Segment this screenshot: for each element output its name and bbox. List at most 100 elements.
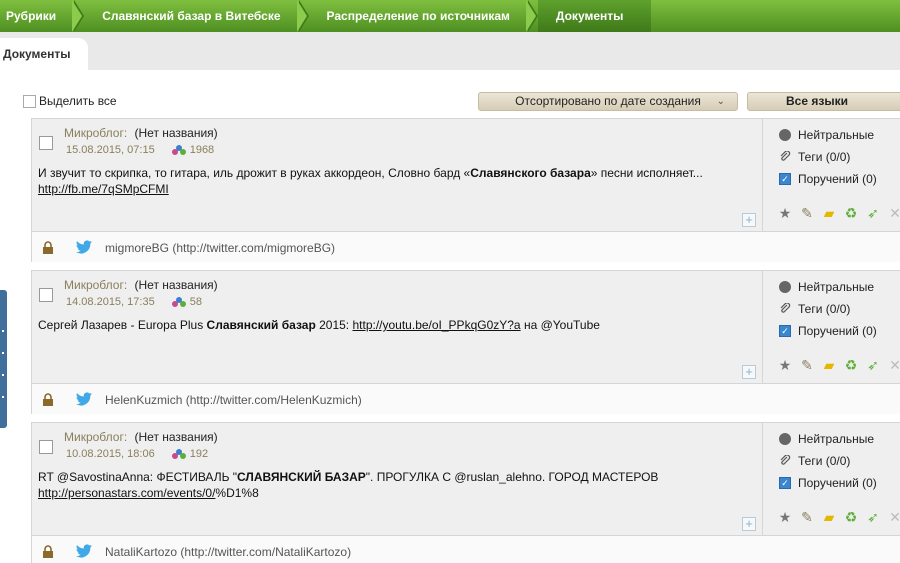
document-link[interactable]: http://personastars.com/events/0/ [38, 486, 215, 500]
folder-icon[interactable]: ▰ [821, 205, 837, 221]
side-panel-handle[interactable] [0, 290, 7, 428]
audience-count: 58 [189, 296, 202, 308]
tags[interactable]: Теги (0/0) [779, 454, 850, 468]
document-title[interactable]: (Нет названия) [135, 430, 218, 444]
tags-label: Теги (0/0) [798, 454, 851, 468]
document-meta: 10.08.2015, 18:06 192 [66, 448, 208, 460]
leaf-icon[interactable]: ➶ [865, 205, 881, 221]
sentiment[interactable]: Нейтральные [779, 432, 874, 446]
document-title[interactable]: (Нет названия) [135, 278, 218, 292]
orders-label: Поручений (0) [798, 172, 877, 186]
checkbox-checked-icon: ✓ [779, 173, 791, 185]
checkbox-checked-icon: ✓ [779, 477, 791, 489]
leaf-icon[interactable]: ➶ [865, 357, 881, 373]
orders-label: Поручений (0) [798, 476, 877, 490]
text-fragment: RT @SavostinaAnna: ФЕСТИВАЛЬ " [38, 470, 238, 484]
document-date: 15.08.2015, 07:15 [66, 144, 155, 156]
document-meta: 14.08.2015, 17:35 58 [66, 296, 202, 308]
recycle-icon[interactable]: ♻ [843, 357, 859, 373]
source-type: Микроблог: [64, 430, 128, 444]
tags[interactable]: Теги (0/0) [779, 150, 850, 164]
document-link[interactable]: http://youtu.be/oI_PPkqG0zY?a [352, 318, 520, 332]
document-header: Микроблог: (Нет названия) [64, 126, 218, 140]
recycle-icon[interactable]: ♻ [843, 509, 859, 525]
sentiment[interactable]: Нейтральные [779, 128, 874, 142]
breadcrumb-item-rubrics[interactable]: Рубрики [0, 0, 85, 32]
sort-label: Отсортировано по дате создания [515, 94, 701, 108]
folder-icon[interactable]: ▰ [821, 509, 837, 525]
text-fragment: » песни исполняет... [590, 166, 703, 180]
text-highlight: Славянского базара [470, 166, 591, 180]
folder-icon[interactable]: ▰ [821, 357, 837, 373]
document-checkbox[interactable] [39, 440, 53, 454]
document-header: Микроблог: (Нет названия) [64, 430, 218, 444]
sort-dropdown[interactable]: Отсортировано по дате создания ⌄ [478, 92, 738, 111]
checkbox-checked-icon: ✓ [779, 325, 791, 337]
audience-icon [171, 145, 186, 155]
edit-icon[interactable]: ✎ [799, 509, 815, 525]
expand-button[interactable]: + [742, 517, 756, 531]
expand-button[interactable]: + [742, 365, 756, 379]
star-icon[interactable]: ★ [777, 357, 793, 373]
documents-panel: Выделить все Отсортировано по дате созда… [0, 70, 900, 563]
recycle-icon[interactable]: ♻ [843, 205, 859, 221]
document-actions: ★ ✎ ▰ ♻ ➶ ✕ [777, 357, 900, 373]
sentiment[interactable]: Нейтральные [779, 280, 874, 294]
document-actions: ★ ✎ ▰ ♻ ➶ ✕ [777, 205, 900, 221]
edit-icon[interactable]: ✎ [799, 205, 815, 221]
twitter-icon [76, 544, 92, 558]
select-all-checkbox[interactable] [23, 94, 36, 108]
source-type: Микроблог: [64, 126, 128, 140]
orders[interactable]: ✓ Поручений (0) [779, 324, 877, 338]
author-link[interactable]: HelenKuzmich (http://twitter.com/HelenKu… [105, 393, 362, 407]
text-highlight: Славянский базар [206, 318, 316, 332]
tags-label: Теги (0/0) [798, 302, 851, 316]
star-icon[interactable]: ★ [777, 205, 793, 221]
star-icon[interactable]: ★ [777, 509, 793, 525]
audience-count: 1968 [189, 144, 215, 156]
document-link[interactable]: http://fb.me/7qSMpCFMI [38, 182, 169, 196]
close-icon[interactable]: ✕ [887, 205, 900, 221]
document-title[interactable]: (Нет названия) [135, 126, 218, 140]
tab-documents[interactable]: Документы [0, 38, 88, 70]
audience-icon [171, 297, 186, 307]
orders[interactable]: ✓ Поручений (0) [779, 476, 877, 490]
text-fragment: Сергей Лазарев - Europa Plus [38, 318, 207, 332]
document-sidebar: Нейтральные Теги (0/0) ✓ Поручений (0) ★ … [762, 119, 900, 231]
author-link[interactable]: migmoreBG (http://twitter.com/migmoreBG) [105, 241, 335, 255]
orders[interactable]: ✓ Поручений (0) [779, 172, 877, 186]
sentiment-label: Нейтральные [798, 128, 875, 142]
close-icon[interactable]: ✕ [887, 509, 900, 525]
breadcrumb-item-topic[interactable]: Славянский базар в Витебске [84, 0, 309, 32]
document-date: 14.08.2015, 17:35 [66, 296, 155, 308]
document-header: Микроблог: (Нет названия) [64, 278, 218, 292]
document-checkbox[interactable] [39, 136, 53, 150]
twitter-icon [76, 392, 92, 406]
expand-button[interactable]: + [742, 213, 756, 227]
text-highlight: СЛАВЯНСКИЙ БАЗАР [237, 470, 366, 484]
leaf-icon[interactable]: ➶ [865, 509, 881, 525]
document-meta: 15.08.2015, 07:15 1968 [66, 144, 214, 156]
text-fragment: на @YouTube [520, 318, 600, 332]
chevron-down-icon: ⌄ [716, 96, 725, 107]
text-fragment: %D1%8 [215, 486, 259, 500]
handle-dot [2, 330, 4, 332]
audience-count: 192 [189, 448, 209, 460]
edit-icon[interactable]: ✎ [799, 357, 815, 373]
lock-icon [43, 393, 53, 406]
document-text: RT @SavostinaAnna: ФЕСТИВАЛЬ "СЛАВЯНСКИЙ… [38, 469, 738, 501]
breadcrumb-item-sources[interactable]: Распределение по источникам [309, 0, 539, 32]
document-checkbox[interactable] [39, 288, 53, 302]
paperclip-icon [780, 151, 791, 161]
document-sidebar: Нейтральные Теги (0/0) ✓ Поручений (0) ★ … [762, 423, 900, 535]
language-filter-button[interactable]: Все языки [747, 92, 900, 111]
sentiment-label: Нейтральные [798, 432, 875, 446]
paperclip-icon [780, 303, 791, 313]
close-icon[interactable]: ✕ [887, 357, 900, 373]
author-link[interactable]: NataliKartozo (http://twitter.com/Natali… [105, 545, 351, 559]
select-all[interactable]: Выделить все [23, 94, 117, 108]
tab-bar: Документы [0, 32, 900, 70]
document-footer: NataliKartozo (http://twitter.com/Natali… [32, 535, 900, 563]
tags[interactable]: Теги (0/0) [779, 302, 850, 316]
audience-icon [171, 449, 186, 459]
